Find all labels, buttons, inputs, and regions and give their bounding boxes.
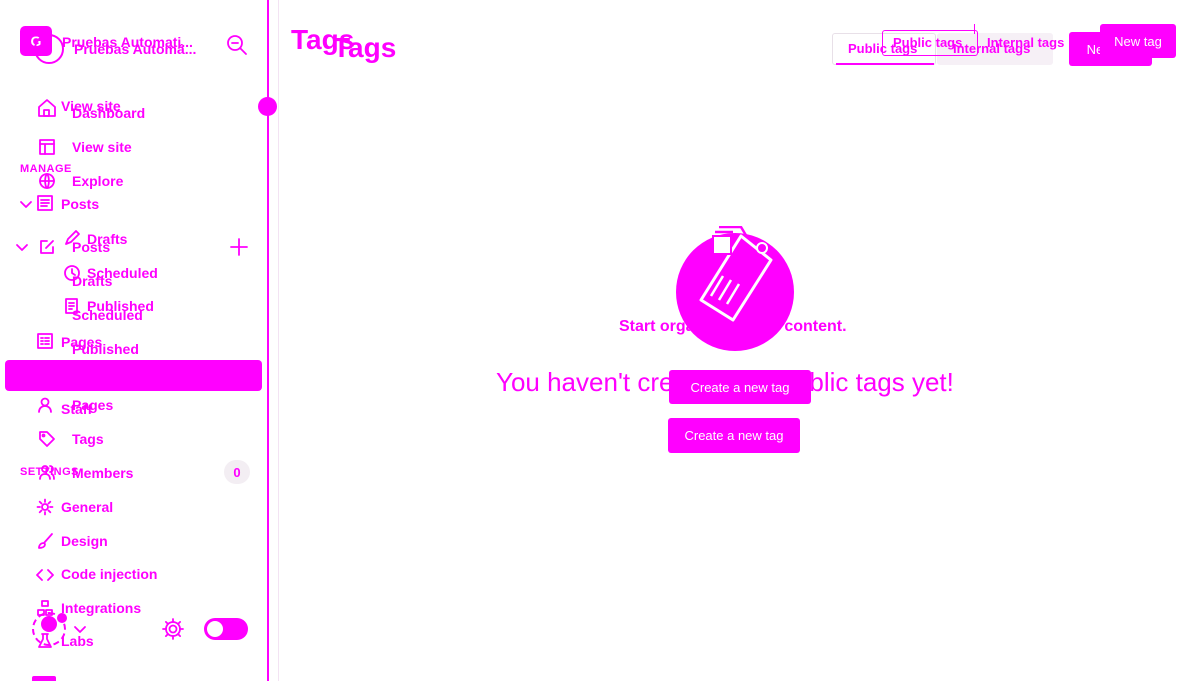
nav-design[interactable]: Design [61,533,108,549]
create-new-tag-button-overlay[interactable]: Create a new tag [669,370,811,404]
nav-dashboard[interactable]: Dashboard [72,105,145,121]
members-count-badge: 0 [224,460,250,484]
create-new-tag-button[interactable]: Create a new tag [668,418,800,453]
nav-posts-b[interactable]: Posts [72,239,110,255]
brush-icon [36,532,54,550]
globe-icon [38,172,56,190]
code-icon [36,566,54,584]
nav-integrations[interactable]: Integrations [61,600,141,616]
nav-pages-b[interactable]: Pages [72,397,113,413]
members-icon [38,463,56,481]
nav-view-site-b[interactable]: View site [72,139,132,155]
tab-public-tags-label: Public tags [893,35,963,50]
tag-icon [38,430,56,448]
sidebar-resize-handle[interactable] [258,97,277,116]
new-tag-button[interactable]: New tag [1100,24,1176,58]
theme-toggle[interactable] [204,618,248,640]
chevron-down-icon[interactable] [73,622,87,636]
view-site-icon [38,138,56,156]
nav-scheduled-b[interactable]: Scheduled [72,307,143,323]
nav-explore[interactable]: Explore [72,173,123,189]
settings-gear-icon[interactable] [161,617,185,641]
plus-icon[interactable] [229,237,249,257]
nav-drafts-b[interactable]: Drafts [72,273,112,289]
pages-icon [36,332,54,350]
nav-code-injection[interactable]: Code injection [61,566,157,582]
edit-icon [38,238,56,256]
site-name-overlay[interactable]: Pruebas Automá... [74,41,196,57]
nav-members[interactable]: Members [72,465,133,481]
empty-state-heading: Start organizing your content. [619,318,847,335]
chevron-down-icon[interactable] [19,197,33,211]
active-nav-highlight[interactable] [5,360,262,391]
nav-tags[interactable]: Tags [72,431,104,447]
content-divider [278,0,279,681]
page-title-overlay: Tags [333,32,397,63]
theme-toggle-knob [207,621,223,637]
chevron-down-icon[interactable] [15,240,29,254]
nav-general[interactable]: General [61,499,113,515]
nav-posts[interactable]: Posts [61,196,99,212]
tab-public-tags-underline [836,63,934,65]
avatar-status-dot [57,613,67,623]
home-icon [36,97,58,119]
gear-icon [36,498,54,516]
nav-published-b[interactable]: Published [72,341,139,357]
search-icon[interactable] [226,33,248,57]
sidebar-footer-partial [32,676,56,681]
site-logo-ring [34,34,64,64]
staff-icon [36,396,54,414]
avatar-figure [41,616,57,632]
tab-separator [974,24,975,34]
posts-icon [36,194,54,212]
tab-internal-tags-label[interactable]: Internal tags [987,35,1064,50]
